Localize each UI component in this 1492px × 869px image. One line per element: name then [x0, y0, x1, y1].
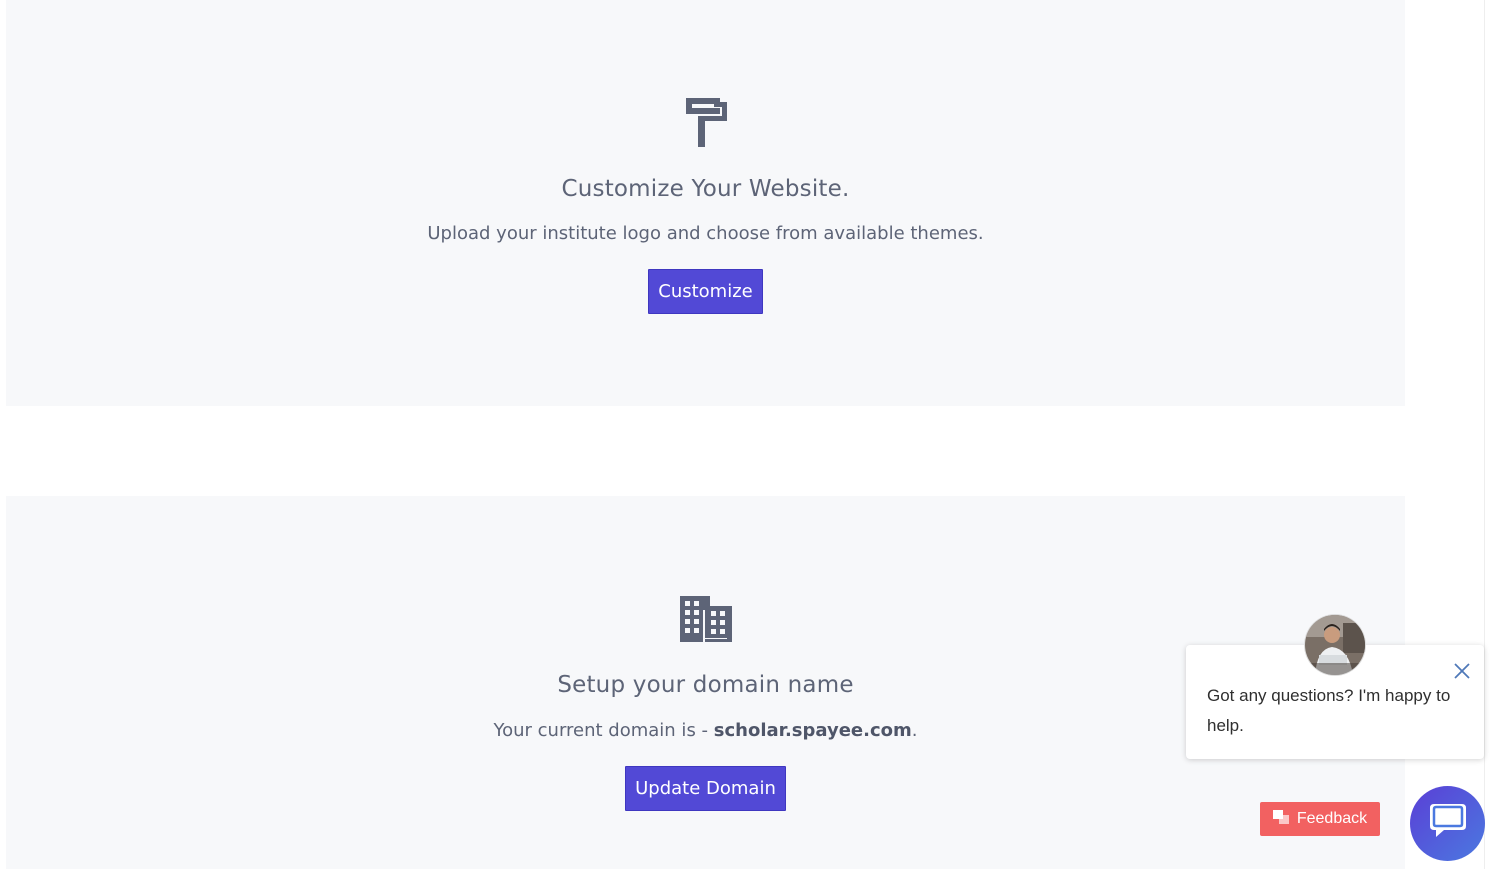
- chat-bubble-icon: [1428, 802, 1468, 845]
- building-icon: [6, 596, 1405, 642]
- domain-description-prefix: Your current domain is -: [493, 720, 714, 741]
- agent-avatar[interactable]: [1305, 615, 1365, 675]
- customize-title: Customize Your Website.: [561, 176, 850, 202]
- feedback-button[interactable]: Feedback: [1260, 802, 1380, 836]
- customize-description: Upload your institute logo and choose fr…: [427, 223, 984, 244]
- domain-description-suffix: .: [911, 720, 918, 741]
- page-scrollbar-area: [1484, 0, 1492, 869]
- chat-launcher-button[interactable]: [1410, 786, 1485, 861]
- customize-button[interactable]: Customize: [648, 269, 763, 314]
- chat-message: Got any questions? I'm happy to help.: [1207, 686, 1451, 735]
- customize-website-card: Customize Your Website. Upload your inst…: [6, 0, 1405, 406]
- update-domain-button[interactable]: Update Domain: [625, 766, 786, 811]
- paint-roller-icon: [6, 96, 1405, 148]
- feedback-label: Feedback: [1296, 810, 1368, 827]
- close-icon[interactable]: [1452, 661, 1472, 681]
- current-domain: scholar.spayee.com: [713, 720, 912, 741]
- feedback-icon: [1272, 809, 1289, 829]
